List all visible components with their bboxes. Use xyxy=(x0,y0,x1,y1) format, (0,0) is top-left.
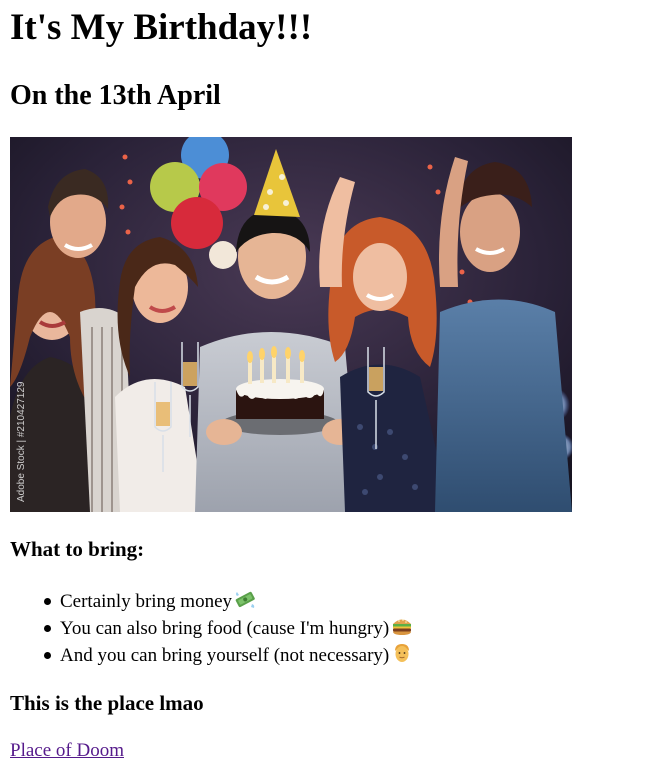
what-to-bring-heading: What to bring: xyxy=(10,537,145,561)
place-heading: This is the place lmao xyxy=(10,691,204,715)
list-item: And you can bring yourself (not necessar… xyxy=(40,642,413,669)
page-title: It's My Birthday!!! xyxy=(10,7,313,48)
money-icon xyxy=(234,588,256,610)
bullet-icon xyxy=(44,598,51,605)
bullet-icon xyxy=(44,652,51,659)
list-item-text: You can also bring food (cause I'm hungr… xyxy=(60,618,390,639)
birthday-party-photo: Adobe Stock | #210427129 xyxy=(10,137,572,512)
list-item-text: And you can bring yourself (not necessar… xyxy=(60,645,390,666)
person-icon xyxy=(391,642,413,664)
list-item: You can also bring food (cause I'm hungr… xyxy=(40,615,413,642)
place-of-doom-link[interactable]: Place of Doom xyxy=(10,739,124,763)
list-item: Certainly bring money xyxy=(40,588,413,615)
stock-watermark: Adobe Stock | #210427129 xyxy=(16,381,27,502)
page-body: It's My Birthday!!! On the 13th April Ad… xyxy=(10,0,637,781)
burger-icon xyxy=(391,615,413,637)
bring-list: Certainly bring money You can also bring… xyxy=(40,588,413,669)
list-item-text: Certainly bring money xyxy=(60,591,233,612)
bullet-icon xyxy=(44,625,51,632)
page-subtitle: On the 13th April xyxy=(10,80,221,111)
